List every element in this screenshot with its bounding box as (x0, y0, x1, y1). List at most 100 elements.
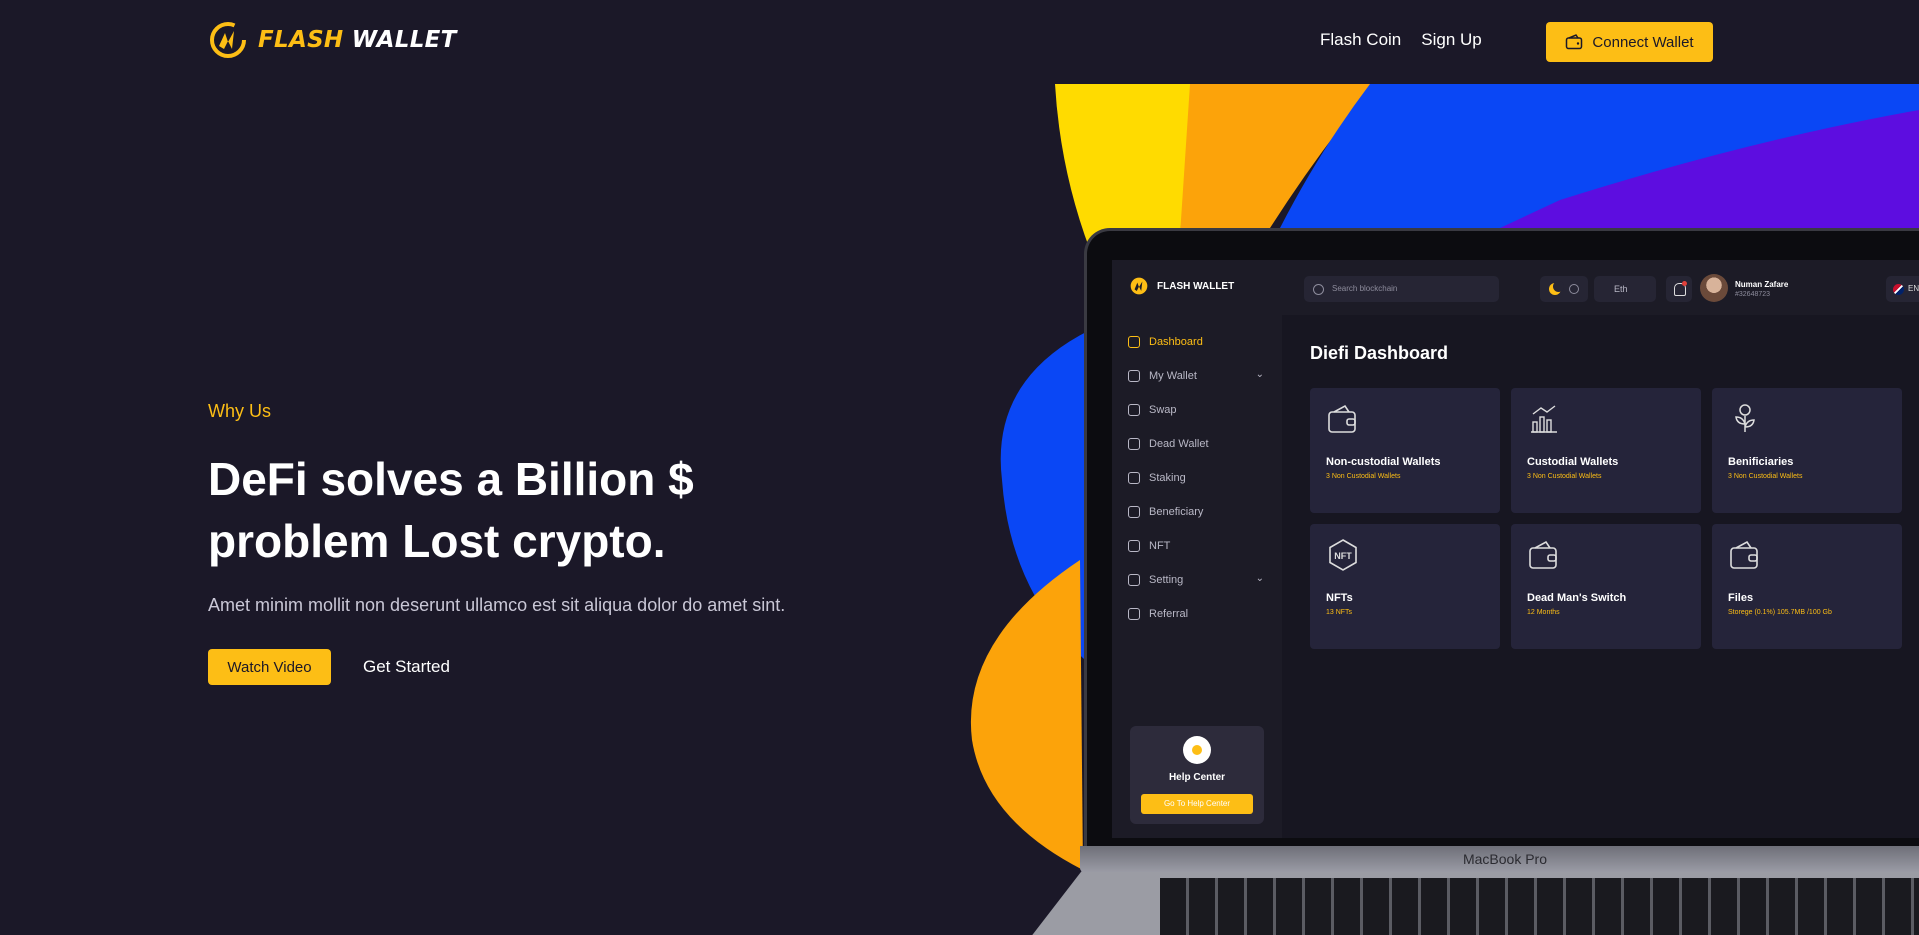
laptop-hinge: MacBook Pro (1080, 846, 1919, 872)
moon-icon (1549, 281, 1564, 295)
card-title: Dead Man's Switch (1527, 592, 1627, 604)
language-select[interactable]: ENG (1886, 276, 1919, 302)
user-icon (1128, 506, 1140, 518)
dashboard-menu: Dashboard My Wallet ⌄ Swap Dead Wallet St… (1128, 325, 1278, 631)
headline-line-2: problem Lost crypto. (208, 515, 666, 567)
sun-icon (1569, 284, 1579, 294)
card-subtitle: 3 Non Custodial Wallets (1728, 473, 1803, 480)
wallet-icon (1328, 404, 1356, 433)
user-info: Numan Zafare #32648723 (1735, 279, 1788, 298)
chevron-down-icon: ⌄ (1255, 369, 1264, 380)
card-subtitle: 3 Non Custodial Wallets (1326, 473, 1401, 480)
card-files[interactable]: Files Storege (0.1%) 105.7MB /100 Gb (1712, 524, 1902, 649)
plant-coin-icon (1735, 404, 1755, 432)
help-center-button[interactable]: Go To Help Center (1141, 794, 1253, 814)
hero-subtitle: Amet minim mollit non deserunt ullamco e… (208, 595, 786, 615)
menu-item-beneficiary[interactable]: Beneficiary (1128, 495, 1278, 529)
card-non-custodial-wallets[interactable]: Non-custodial Wallets 3 Non Custodial Wa… (1310, 388, 1500, 513)
svg-text:NFT: NFT (1334, 551, 1352, 561)
card-subtitle: 3 Non Custodial Wallets (1527, 473, 1602, 480)
staking-icon (1128, 472, 1140, 484)
site-header: FLASH WALLET Flash Coin Sign Up Connect … (0, 0, 1919, 84)
user-profile[interactable]: Numan Zafare #32648723 (1700, 274, 1788, 302)
get-started-link[interactable]: Get Started (363, 657, 450, 677)
dashboard-topbar: Search blockchain Eth Numan Zafare #3264… (1282, 260, 1919, 315)
menu-item-swap[interactable]: Swap (1128, 393, 1278, 427)
menu-item-setting[interactable]: Setting ⌄ (1128, 563, 1278, 597)
card-title: Custodial Wallets (1527, 456, 1619, 468)
avatar (1700, 274, 1728, 302)
card-title: Benificiaries (1728, 456, 1794, 468)
wallet-icon (1128, 370, 1140, 382)
menu-item-label: Setting (1149, 574, 1184, 586)
help-icon (1183, 736, 1211, 764)
card-subtitle: 13 NFTs (1326, 609, 1353, 616)
card-custodial-wallets[interactable]: Custodial Wallets 3 Non Custodial Wallet… (1511, 388, 1701, 513)
hero-headline: DeFi solves a Billion $ problem Lost cry… (208, 448, 828, 572)
nav-link-sign-up[interactable]: Sign Up (1421, 30, 1481, 50)
laptop-model-label: MacBook Pro (1462, 851, 1548, 867)
skull-icon (1128, 438, 1140, 450)
brand-name: FLASH WALLET (258, 27, 457, 53)
user-name: Numan Zafare (1735, 279, 1789, 289)
referral-icon (1128, 608, 1140, 620)
card-beneficiaries[interactable]: Benificiaries 3 Non Custodial Wallets (1712, 388, 1902, 513)
theme-toggle[interactable] (1540, 276, 1588, 302)
menu-item-referral[interactable]: Referral (1128, 597, 1278, 631)
orange-wave (1180, 84, 1375, 235)
menu-item-label: Referral (1149, 608, 1189, 620)
chevron-down-icon: ⌄ (1255, 573, 1264, 584)
section-eyebrow: Why Us (208, 401, 271, 421)
watch-video-button[interactable]: Watch Video (208, 649, 331, 685)
card-title: Non-custodial Wallets (1326, 456, 1441, 468)
dashboard-sidebar: FLASH WALLET Dashboard My Wallet ⌄ Swap D… (1112, 260, 1282, 838)
dashboard-main: Diefi Dashboard Non-custodial Wallets 3 … (1282, 315, 1919, 838)
lightning-logo-icon (210, 22, 246, 58)
connect-wallet-button[interactable]: Connect Wallet (1546, 22, 1713, 62)
help-center-card: Help Center Go To Help Center (1130, 726, 1264, 824)
bell-icon[interactable] (1666, 276, 1692, 302)
card-subtitle: 12 Months (1527, 609, 1560, 616)
nft-icon: NFT (1329, 539, 1357, 571)
menu-item-label: Dashboard (1149, 336, 1203, 348)
card-title: Files (1728, 592, 1754, 604)
orange-left-blob (970, 560, 1083, 870)
wallet-icon (1730, 540, 1758, 569)
purple-band (1500, 110, 1919, 228)
card-nfts[interactable]: NFT NFTs 13 NFTs (1310, 524, 1500, 649)
menu-item-dead-wallet[interactable]: Dead Wallet (1128, 427, 1278, 461)
menu-item-label: Dead Wallet (1149, 438, 1209, 450)
menu-item-label: Beneficiary (1149, 506, 1204, 518)
user-id: #32648723 (1735, 290, 1771, 298)
laptop-keys (1160, 878, 1919, 935)
dashboard-screen: FLASH WALLET Dashboard My Wallet ⌄ Swap D… (1112, 260, 1919, 838)
card-title: NFTs (1326, 592, 1353, 604)
connect-wallet-label: Connect Wallet (1592, 33, 1694, 51)
wallet-icon (1529, 540, 1557, 569)
lightning-logo-icon (1130, 277, 1148, 295)
network-select[interactable]: Eth (1594, 276, 1656, 302)
blue-left-blob (1000, 330, 1090, 660)
menu-item-dashboard[interactable]: Dashboard (1128, 325, 1278, 359)
dashboard-title: Diefi Dashboard (1310, 343, 1449, 363)
chart-icon (1531, 405, 1557, 433)
search-input[interactable]: Search blockchain (1304, 276, 1499, 302)
menu-item-my-wallet[interactable]: My Wallet ⌄ (1128, 359, 1278, 393)
brand-logo[interactable]: FLASH WALLET (210, 22, 457, 58)
menu-item-nft[interactable]: NFT (1128, 529, 1278, 563)
nav-link-flash-coin[interactable]: Flash Coin (1320, 30, 1401, 50)
card-subtitle: Storege (0.1%) 105.7MB /100 Gb (1728, 609, 1832, 616)
dashboard-logo: FLASH WALLET (1129, 276, 1234, 296)
card-dead-mans-switch[interactable]: Dead Man's Switch 12 Months (1511, 524, 1701, 649)
menu-item-label: My Wallet (1149, 370, 1197, 382)
wallet-icon (1566, 34, 1583, 50)
gear-icon (1128, 574, 1140, 586)
swap-icon (1128, 404, 1140, 416)
menu-item-label: Swap (1149, 404, 1177, 416)
menu-item-staking[interactable]: Staking (1128, 461, 1278, 495)
grid-icon (1128, 336, 1140, 348)
nft-icon (1128, 540, 1140, 552)
main-nav: Flash Coin Sign Up (1320, 30, 1482, 50)
headline-line-1: DeFi solves a Billion $ (208, 453, 694, 505)
brand-word-flash: FLASH (258, 27, 344, 53)
